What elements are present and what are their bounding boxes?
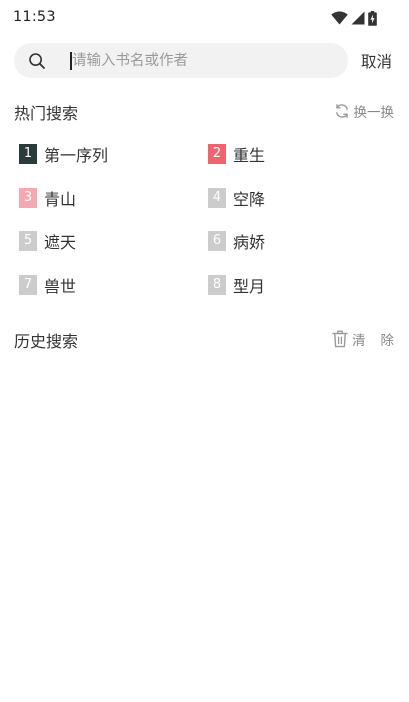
hot-search-item-2[interactable]: 2 重生 <box>208 144 266 165</box>
cancel-button[interactable]: 取消 <box>361 50 392 72</box>
hot-search-item-3[interactable]: 3 青山 <box>19 188 77 209</box>
rank-badge: 4 <box>208 188 226 208</box>
status-time: 11:53 <box>13 9 56 25</box>
status-icons <box>331 10 377 26</box>
hot-search-item-7[interactable]: 7 兽世 <box>19 275 77 296</box>
refresh-button[interactable]: 换一换 <box>334 101 395 121</box>
rank-badge: 8 <box>208 275 226 295</box>
rank-badge: 7 <box>19 275 37 295</box>
hot-search-text: 型月 <box>233 277 266 296</box>
hot-search-text: 第一序列 <box>44 146 109 165</box>
trash-icon <box>332 330 348 348</box>
search-icon <box>29 53 45 69</box>
history-title: 历史搜索 <box>14 332 79 351</box>
rank-badge: 6 <box>208 231 226 251</box>
wifi-icon <box>331 11 348 25</box>
battery-charging-icon <box>368 10 377 26</box>
refresh-icon <box>335 104 348 118</box>
hot-search-text: 遮天 <box>44 233 77 252</box>
clear-history-button[interactable]: 清除 <box>332 329 394 349</box>
hot-search-item-5[interactable]: 5 遮天 <box>19 231 77 252</box>
hot-search-item-8[interactable]: 8 型月 <box>208 275 266 296</box>
cellular-signal-icon <box>351 11 365 25</box>
hot-search-text: 重生 <box>233 146 266 165</box>
hot-search-text: 青山 <box>44 190 77 209</box>
rank-badge: 1 <box>19 144 37 164</box>
hot-search-item-4[interactable]: 4 空降 <box>208 188 266 209</box>
hot-search-text: 病娇 <box>233 233 266 252</box>
search-input[interactable] <box>72 49 332 73</box>
hot-search-text: 空降 <box>233 190 266 209</box>
hot-search-item-6[interactable]: 6 病娇 <box>208 231 266 252</box>
history-header: 历史搜索 清除 <box>14 328 394 352</box>
rank-badge: 2 <box>208 144 226 164</box>
clear-label: 清除 <box>352 333 409 349</box>
refresh-label: 换一换 <box>353 105 395 121</box>
hot-search-header: 热门搜索 换一换 <box>14 100 394 124</box>
search-box[interactable] <box>14 43 348 78</box>
rank-badge: 3 <box>19 188 37 208</box>
rank-badge: 5 <box>19 231 37 251</box>
status-bar: 11:53 <box>0 0 409 36</box>
search-bar: 取消 <box>14 43 395 78</box>
hot-search-item-1[interactable]: 1 第一序列 <box>19 144 109 165</box>
hot-search-text: 兽世 <box>44 277 77 296</box>
hot-search-title: 热门搜索 <box>14 104 79 123</box>
